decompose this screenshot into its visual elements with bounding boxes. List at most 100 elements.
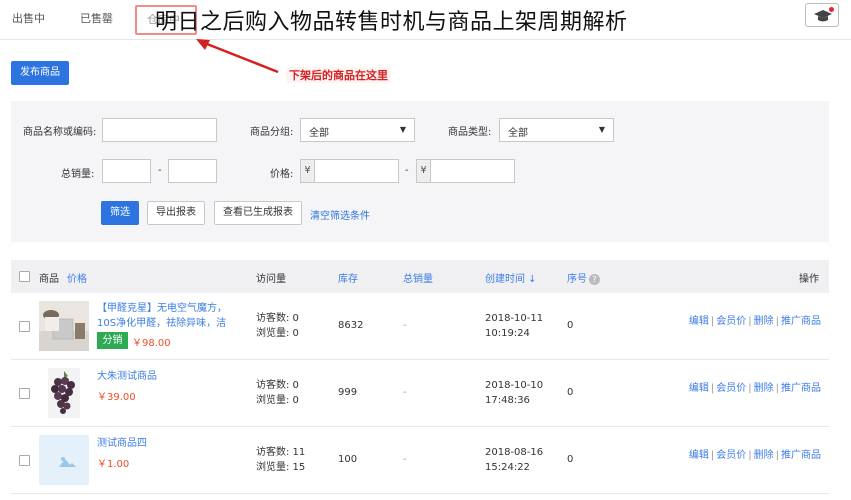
tab-on-sale[interactable]: 出售中 bbox=[12, 10, 45, 26]
promote-link[interactable]: 推广商品 bbox=[781, 316, 821, 327]
filter-panel: 商品名称或编码: 商品分组: 全部 ▼ 商品类型: 全部 ▼ 总销量: - 价格… bbox=[11, 101, 829, 242]
name-input[interactable] bbox=[102, 118, 217, 142]
graduation-cap-icon bbox=[814, 10, 832, 22]
header-visits: 访问量 bbox=[256, 274, 286, 285]
action-separator: | bbox=[710, 383, 715, 394]
action-separator: | bbox=[748, 450, 752, 461]
created-date: 2018-10-11 bbox=[485, 313, 544, 324]
sales-value: - bbox=[403, 454, 407, 465]
view-reports-button[interactable]: 查看已生成报表 bbox=[214, 201, 302, 225]
sequence-value[interactable]: 0 bbox=[567, 387, 573, 398]
price-label: 价格: bbox=[270, 169, 294, 180]
group-select[interactable]: 全部 ▼ bbox=[300, 118, 415, 142]
visitor-count: 访客数: 0 bbox=[256, 313, 299, 324]
member-price-link[interactable]: 会员价 bbox=[716, 316, 746, 327]
row-actions: 编辑 | 会员价 | 删除 | 推广商品 bbox=[689, 446, 821, 461]
product-price: ￥39.00 bbox=[97, 392, 136, 403]
caret-down-icon: ▼ bbox=[399, 125, 406, 134]
product-price: ￥98.00 bbox=[132, 338, 171, 349]
range-dash: - bbox=[405, 165, 409, 176]
action-separator: | bbox=[775, 383, 779, 394]
promote-link[interactable]: 推广商品 bbox=[781, 450, 821, 461]
table-row: 【甲醛克星】无电空气魔方，10S净化甲醛，祛除异味，洁净… 分销 ￥98.00 … bbox=[11, 293, 829, 360]
visit-stats: 访客数: 11 浏览量: 15 bbox=[256, 445, 305, 475]
header-product: 商品 bbox=[39, 274, 59, 285]
created-time: 2018-10-10 17:48:36 bbox=[485, 378, 543, 408]
price-max-input[interactable]: ¥ bbox=[416, 159, 515, 183]
tab-sold-out[interactable]: 已售罄 bbox=[80, 10, 113, 26]
notification-dot bbox=[829, 7, 834, 12]
visitor-count: 访客数: 0 bbox=[256, 380, 299, 391]
sequence-value[interactable]: 0 bbox=[567, 320, 573, 331]
distribution-tag: 分销 bbox=[97, 332, 128, 349]
product-price: ￥1.00 bbox=[97, 459, 130, 470]
row-checkbox[interactable] bbox=[19, 321, 30, 332]
help-button[interactable] bbox=[805, 3, 839, 27]
action-separator: | bbox=[775, 450, 779, 461]
sales-value: - bbox=[403, 387, 407, 398]
currency-prefix: ¥ bbox=[417, 160, 431, 182]
sales-min-input[interactable] bbox=[102, 159, 151, 183]
visit-stats: 访客数: 0 浏览量: 0 bbox=[256, 311, 299, 341]
sales-value: - bbox=[403, 320, 407, 331]
row-actions: 编辑 | 会员价 | 删除 | 推广商品 bbox=[689, 312, 821, 327]
delete-link[interactable]: 删除 bbox=[754, 450, 774, 461]
action-separator: | bbox=[710, 450, 715, 461]
stock-value: 100 bbox=[338, 454, 358, 465]
select-all-checkbox[interactable] bbox=[19, 271, 30, 282]
product-name-link[interactable]: 大朱测试商品 bbox=[97, 369, 245, 384]
product-thumbnail[interactable] bbox=[39, 435, 89, 485]
view-count: 浏览量: 0 bbox=[256, 395, 299, 406]
member-price-link[interactable]: 会员价 bbox=[716, 383, 746, 394]
currency-prefix: ¥ bbox=[301, 160, 315, 182]
row-checkbox[interactable] bbox=[19, 455, 30, 466]
filter-button[interactable]: 筛选 bbox=[101, 201, 139, 225]
created-date: 2018-10-10 bbox=[485, 380, 544, 391]
sales-max-input[interactable] bbox=[168, 159, 217, 183]
stock-value: 999 bbox=[338, 387, 358, 398]
sequence-value[interactable]: 0 bbox=[567, 454, 573, 465]
product-name-link[interactable]: 测试商品四 bbox=[97, 436, 245, 451]
action-separator: | bbox=[710, 316, 715, 327]
publish-product-button[interactable]: 发布商品 bbox=[11, 61, 69, 85]
table-row: 大朱测试商品 ￥39.00 访客数: 0 浏览量: 0 999 - 2018-1… bbox=[11, 360, 829, 427]
table-row: 测试商品四 ￥1.00 访客数: 11 浏览量: 15 100 - 2018-0… bbox=[11, 427, 829, 494]
question-circle-icon[interactable]: ? bbox=[589, 273, 600, 285]
header-sales-sort[interactable]: 总销量 bbox=[403, 270, 433, 285]
group-select-value: 全部 bbox=[309, 128, 329, 139]
delete-link[interactable]: 删除 bbox=[754, 383, 774, 394]
edit-link[interactable]: 编辑 bbox=[689, 450, 709, 461]
header-price-sort[interactable]: 价格 bbox=[67, 270, 87, 285]
type-select-value: 全部 bbox=[508, 128, 528, 139]
product-thumbnail[interactable] bbox=[39, 368, 89, 418]
action-separator: | bbox=[748, 383, 752, 394]
promote-link[interactable]: 推广商品 bbox=[781, 383, 821, 394]
created-date: 2018-08-16 bbox=[485, 447, 544, 458]
table-header: 商品 价格 访问量 库存 总销量 创建时间 ↓ 序号? 操作 bbox=[11, 260, 829, 293]
sales-label: 总销量: bbox=[61, 169, 95, 180]
visit-stats: 访客数: 0 浏览量: 0 bbox=[256, 378, 299, 408]
stock-value: 8632 bbox=[338, 320, 364, 331]
view-count: 浏览量: 0 bbox=[256, 328, 299, 339]
visitor-count: 访客数: 11 bbox=[256, 447, 306, 458]
row-checkbox[interactable] bbox=[19, 388, 30, 399]
created-clock: 15:24:22 bbox=[485, 462, 530, 473]
view-count: 浏览量: 15 bbox=[256, 462, 306, 473]
type-label: 商品类型: bbox=[448, 127, 492, 138]
edit-link[interactable]: 编辑 bbox=[689, 316, 709, 327]
clear-filters-link[interactable]: 清空筛选条件 bbox=[310, 207, 370, 222]
member-price-link[interactable]: 会员价 bbox=[716, 450, 746, 461]
product-thumbnail[interactable] bbox=[39, 301, 89, 351]
header-created-sort[interactable]: 创建时间 ↓ bbox=[485, 270, 537, 285]
created-clock: 10:19:24 bbox=[485, 328, 530, 339]
price-min-input[interactable]: ¥ bbox=[300, 159, 399, 183]
range-dash: - bbox=[158, 165, 162, 176]
header-stock-sort[interactable]: 库存 bbox=[338, 270, 358, 285]
delete-link[interactable]: 删除 bbox=[754, 316, 774, 327]
type-select[interactable]: 全部 ▼ bbox=[499, 118, 614, 142]
header-seq[interactable]: 序号? bbox=[567, 270, 600, 285]
header-ops: 操作 bbox=[799, 274, 819, 285]
export-report-button[interactable]: 导出报表 bbox=[147, 201, 205, 225]
edit-link[interactable]: 编辑 bbox=[689, 383, 709, 394]
created-clock: 17:48:36 bbox=[485, 395, 530, 406]
